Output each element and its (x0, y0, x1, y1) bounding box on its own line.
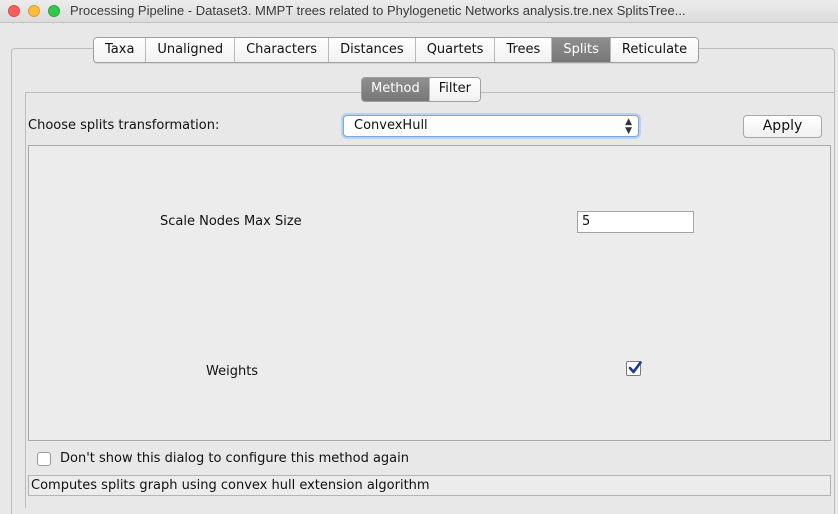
tab-trees[interactable]: Trees (495, 38, 553, 62)
transformation-select[interactable]: ConvexHull ▲ ▼ (343, 115, 639, 137)
scale-nodes-max-size-input[interactable]: 5 (577, 211, 694, 233)
tab-splits[interactable]: Splits (552, 38, 611, 62)
apply-button[interactable]: Apply (743, 115, 822, 138)
splits-subtabs: Method Filter (361, 77, 481, 102)
up-down-chevron-icon: ▲ ▼ (625, 117, 632, 136)
tab-quartets[interactable]: Quartets (415, 38, 496, 62)
zoom-window-button[interactable] (48, 5, 60, 17)
tab-distances[interactable]: Distances (329, 38, 416, 62)
tab-characters[interactable]: Characters (235, 38, 330, 62)
tab-taxa[interactable]: Taxa (94, 38, 147, 62)
close-window-button[interactable] (8, 5, 20, 17)
tab-method[interactable]: Method (362, 78, 430, 101)
title-bar: Processing Pipeline - Dataset3. MMPT tre… (0, 0, 838, 23)
dont-show-again-label[interactable]: Don't show this dialog to configure this… (60, 451, 409, 466)
tab-reticulate[interactable]: Reticulate (610, 38, 699, 62)
window-title: Processing Pipeline - Dataset3. MMPT tre… (70, 3, 686, 18)
weights-label: Weights (206, 364, 259, 379)
choose-transformation-label: Choose splits transformation: (28, 118, 220, 133)
tab-unaligned[interactable]: Unaligned (146, 38, 236, 62)
checkmark-icon (628, 361, 642, 374)
transformation-select-value: ConvexHull (354, 118, 428, 133)
tab-filter[interactable]: Filter (429, 78, 480, 101)
weights-checkbox[interactable] (626, 361, 642, 376)
dont-show-again-checkbox[interactable] (37, 452, 51, 466)
minimize-window-button[interactable] (28, 5, 40, 17)
method-parameters-panel (28, 145, 831, 441)
method-description: Computes splits graph using convex hull … (28, 475, 831, 496)
scale-nodes-label: Scale Nodes Max Size (160, 214, 302, 229)
pipeline-tabs: Taxa Unaligned Characters Distances Quar… (93, 37, 700, 63)
